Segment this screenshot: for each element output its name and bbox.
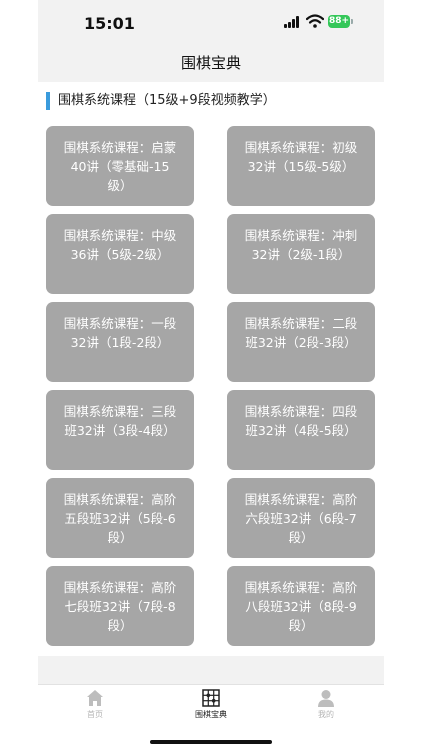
course-card[interactable]: 围棋系统课程：初级32讲（15级-5级） — [227, 126, 375, 206]
phone-screen: 15:01 88+ 围棋宝典 围棋系统课程（15级+9段视频教学） 围棋系统课程… — [38, 0, 384, 750]
go-board-icon — [202, 689, 220, 707]
page-title: 围棋宝典 — [180, 54, 241, 72]
section-title: 围棋系统课程（15级+9段视频教学） — [58, 93, 276, 108]
home-indicator — [150, 740, 272, 744]
course-card[interactable]: 围棋系统课程：一段32讲（1段-2段） — [46, 302, 194, 382]
person-icon — [318, 690, 334, 707]
course-card[interactable]: 围棋系统课程：四段班32讲（4段-5段） — [227, 390, 375, 470]
course-card[interactable]: 围棋系统课程：高阶七段班32讲（7段-8段） — [46, 566, 194, 646]
wifi-icon — [306, 14, 324, 28]
home-icon — [87, 690, 103, 706]
tab-go-handbook[interactable]: 围棋宝典 — [171, 689, 251, 720]
tab-profile[interactable]: 我的 — [286, 689, 366, 720]
course-card[interactable]: 围棋系统课程：中级36讲（5级-2级） — [46, 214, 194, 294]
course-card[interactable]: 围棋系统课程：高阶八段班32讲（8段-9段） — [227, 566, 375, 646]
course-card[interactable]: 围棋系统课程：高阶六段班32讲（6段-7段） — [227, 478, 375, 558]
tab-home[interactable]: 首页 — [55, 689, 135, 720]
status-time: 15:01 — [84, 14, 135, 33]
status-bar: 15:01 88+ — [38, 0, 384, 46]
course-card[interactable]: 围棋系统课程：高阶五段班32讲（5段-6段） — [46, 478, 194, 558]
tab-home-label: 首页 — [87, 710, 103, 719]
content-area: 围棋系统课程（15级+9段视频教学） 围棋系统课程：启蒙40讲（零基础-15级）… — [38, 82, 384, 656]
course-card[interactable]: 围棋系统课程：三段班32讲（3段-4段） — [46, 390, 194, 470]
battery-cap — [351, 19, 353, 24]
course-card[interactable]: 围棋系统课程：二段班32讲（2段-3段） — [227, 302, 375, 382]
tab-profile-label: 我的 — [318, 710, 334, 719]
section-accent-bar — [46, 92, 50, 110]
course-card[interactable]: 围棋系统课程：冲刺32讲（2级-1段） — [227, 214, 375, 294]
tab-go-handbook-label: 围棋宝典 — [195, 710, 227, 719]
course-card[interactable]: 围棋系统课程：启蒙40讲（零基础-15级） — [46, 126, 194, 206]
cellular-signal-icon — [284, 16, 302, 28]
battery-icon: 88+ — [328, 15, 350, 28]
